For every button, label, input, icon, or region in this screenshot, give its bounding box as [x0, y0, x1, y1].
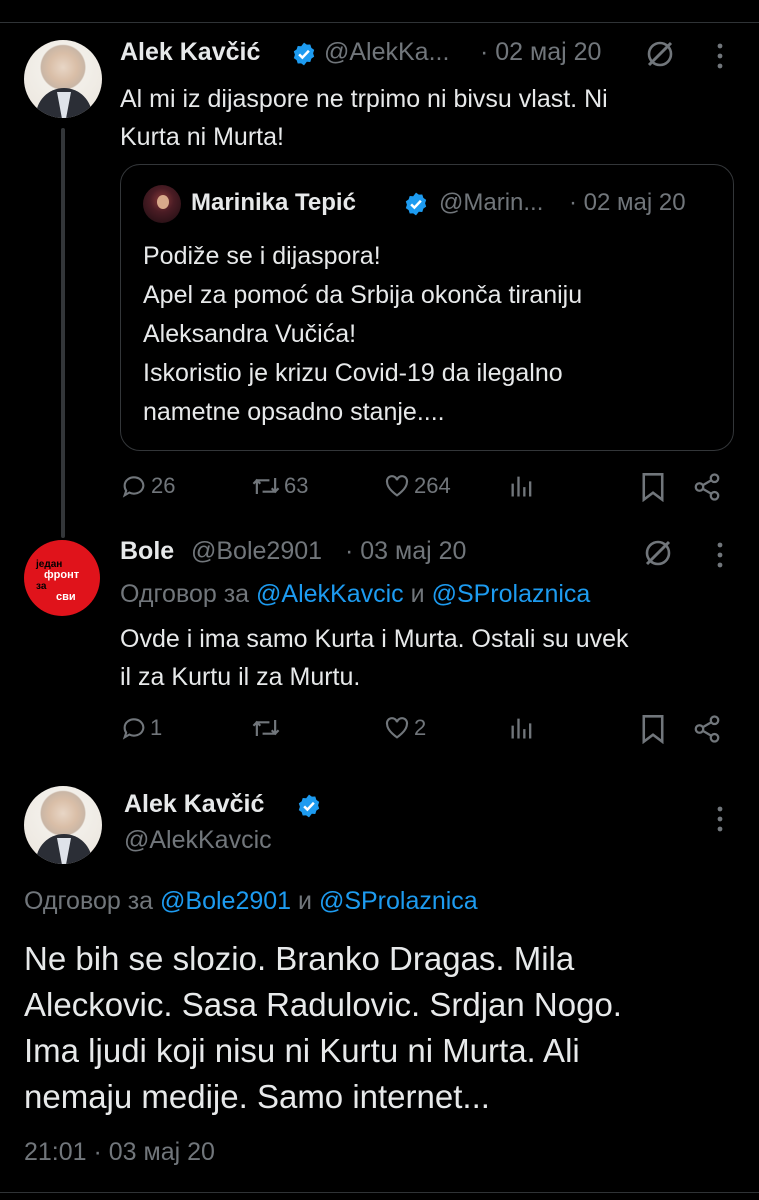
- reply-prefix: Одговор за: [120, 580, 250, 608]
- mention-link[interactable]: @SProlaznica: [319, 887, 478, 915]
- quoted-text-line: Aleksandra Vučića!: [143, 320, 357, 348]
- like-icon: [385, 717, 409, 739]
- views-button[interactable]: [508, 472, 536, 500]
- avatar-text: сви: [56, 591, 76, 603]
- reply-count: 1: [150, 715, 163, 740]
- quoted-tweet-card[interactable]: Marinika Tepić @Marin... · 02 мај 20 Pod…: [120, 164, 734, 451]
- tweet-text-line: Aleckovic. Sasa Radulovic. Srdjan Nogo.: [24, 986, 622, 1023]
- author-name[interactable]: Alek Kavčić: [120, 38, 260, 67]
- bottom-divider: [0, 1192, 759, 1193]
- like-count: 264: [414, 473, 451, 498]
- author-handle[interactable]: @Bole2901: [191, 537, 322, 566]
- like-button[interactable]: 264: [382, 472, 451, 500]
- grok-icon[interactable]: [644, 38, 676, 70]
- quoted-text-line: nametne opsadno stanje....: [143, 398, 445, 426]
- author-name[interactable]: Alek Kavčić: [124, 790, 264, 819]
- mention-link[interactable]: @Bole2901: [160, 887, 291, 915]
- quoted-text-line: Podiže se i dijaspora!: [143, 242, 381, 270]
- quoted-author-handle[interactable]: @Marin...: [439, 189, 543, 217]
- verified-badge-icon: [293, 42, 315, 66]
- more-icon[interactable]: [712, 42, 728, 70]
- tweet-timestamp[interactable]: 21:01 · 03 мај 20: [24, 1138, 215, 1167]
- reply-icon: [122, 476, 145, 498]
- author-handle[interactable]: @AlekKa...: [324, 38, 449, 67]
- reply-and: и: [410, 580, 425, 608]
- quoted-tweet-date[interactable]: · 02 мај 20: [569, 189, 686, 217]
- avatar-text: за: [36, 581, 47, 592]
- reply-and: и: [298, 887, 312, 915]
- reply-button[interactable]: 1: [120, 714, 162, 742]
- thread-connector-line: [61, 128, 65, 538]
- tweet-text-line: Kurta ni Murta!: [120, 123, 284, 151]
- bookmark-icon[interactable]: [640, 714, 666, 744]
- quoted-author-name[interactable]: Marinika Tepić: [191, 189, 356, 217]
- repost-icon: [252, 478, 280, 494]
- quoted-text-line: Apel za pomoć da Srbija okonča tiraniju: [143, 281, 583, 309]
- reply-button[interactable]: 26: [120, 472, 175, 500]
- avatar-text: фронт: [44, 569, 80, 581]
- avatar-alek[interactable]: [24, 786, 102, 864]
- reply-prefix: Одговор за: [24, 887, 154, 915]
- tweet-text-line: nemaju medije. Samo internet...: [24, 1078, 490, 1115]
- views-button[interactable]: [508, 714, 536, 742]
- more-icon[interactable]: [712, 541, 728, 569]
- reply-icon: [122, 718, 145, 740]
- tweet-text-line: Ne bih se slozio. Branko Dragas. Mila: [24, 940, 575, 977]
- mention-link[interactable]: @AlekKavcic: [256, 580, 404, 608]
- top-divider: [0, 22, 759, 23]
- more-icon[interactable]: [712, 805, 728, 833]
- author-handle[interactable]: @AlekKavcic: [124, 826, 272, 855]
- tweet-text-line: il za Kurtu il za Murtu.: [120, 663, 361, 691]
- like-button[interactable]: 2: [382, 714, 426, 742]
- repost-button[interactable]: 63: [250, 472, 308, 500]
- bookmark-icon[interactable]: [640, 472, 666, 502]
- share-icon[interactable]: [692, 714, 722, 744]
- repost-button[interactable]: [250, 714, 282, 742]
- tweet-text-line: Ovde i ima samo Kurta i Murta. Ostali su…: [120, 625, 629, 653]
- repost-icon: [252, 720, 280, 736]
- views-icon: [511, 476, 532, 497]
- like-icon: [385, 475, 409, 497]
- tweet-date[interactable]: · 02 мај 20: [480, 38, 601, 67]
- tweet-date[interactable]: · 03 мај 20: [345, 537, 466, 566]
- mention-link[interactable]: @SProlaznica: [432, 580, 591, 608]
- reply-context: Одговор за @AlekKavcic и @SProlaznica: [120, 580, 590, 609]
- tweet-text-line: Al mi iz dijaspore ne trpimo ni bivsu vl…: [120, 85, 608, 113]
- like-count: 2: [414, 715, 427, 740]
- quoted-text-line: Iskoristio je krizu Covid-19 da ilegalno: [143, 359, 563, 387]
- avatar-bole[interactable]: један фронт за сви: [24, 540, 100, 616]
- verified-badge-icon: [298, 794, 320, 818]
- avatar-marinika[interactable]: [143, 185, 181, 223]
- views-icon: [511, 718, 532, 739]
- share-icon[interactable]: [692, 472, 722, 502]
- verified-badge-icon: [405, 192, 427, 216]
- tweet-text-line: Ima ljudi koji nisu ni Kurtu ni Murta. A…: [24, 1032, 580, 1069]
- author-name[interactable]: Bole: [120, 537, 174, 566]
- avatar-alek[interactable]: [24, 40, 102, 118]
- repost-count: 63: [284, 473, 309, 498]
- reply-count: 26: [151, 473, 176, 498]
- grok-icon[interactable]: [642, 537, 674, 569]
- reply-context: Одговор за @Bole2901 и @SProlaznica: [24, 887, 478, 916]
